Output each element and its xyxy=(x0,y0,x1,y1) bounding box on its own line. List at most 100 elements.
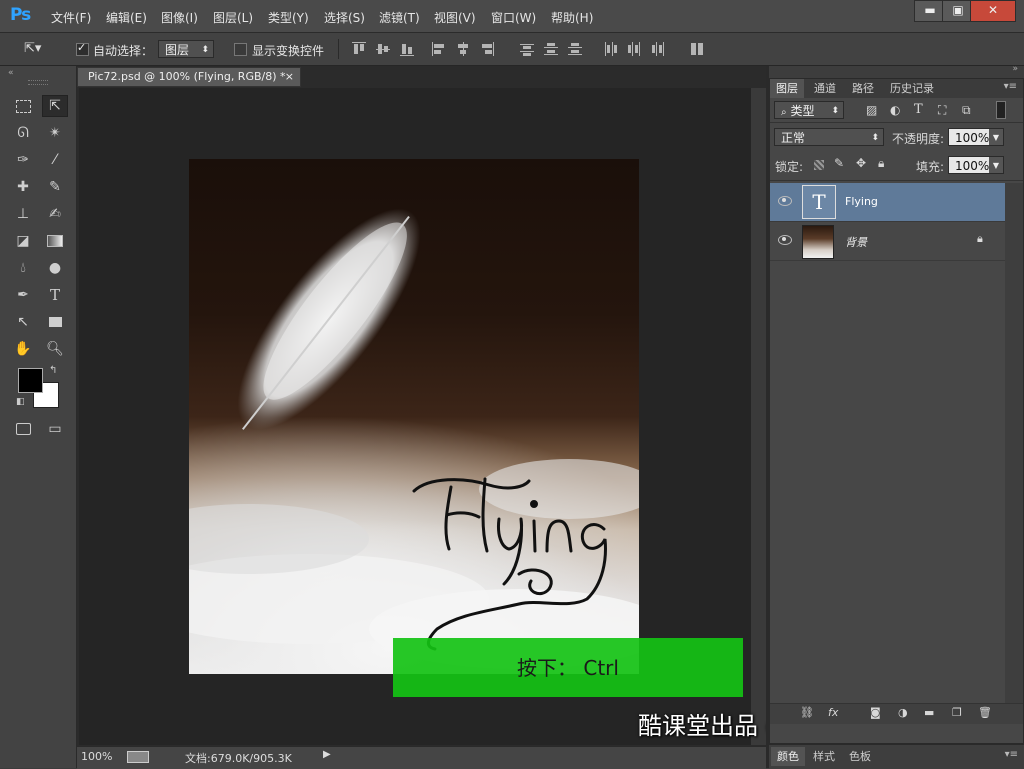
zoom-tool-icon[interactable]: 🔍︎ xyxy=(42,338,68,360)
fill-input[interactable]: 100% ▼ xyxy=(948,156,1004,174)
filter-shape-icon[interactable]: ⛶ xyxy=(938,103,946,118)
opacity-input[interactable]: 100% ▼ xyxy=(948,128,1004,146)
blur-tool-icon[interactable]: 💧︎ xyxy=(10,257,36,279)
align-hcenter-icon[interactable] xyxy=(456,42,470,56)
rectangle-tool-icon[interactable] xyxy=(42,311,68,333)
lock-pixels-icon[interactable]: ✎ xyxy=(834,156,844,170)
menu-edit[interactable]: 编辑(E) xyxy=(106,9,147,26)
layer-name[interactable]: Flying xyxy=(845,195,878,208)
menu-filter[interactable]: 滤镜(T) xyxy=(379,9,420,26)
chevron-down-icon[interactable]: ▼ xyxy=(989,157,1003,173)
lock-transparency-icon[interactable] xyxy=(814,160,824,170)
gradient-tool-icon[interactable] xyxy=(42,230,68,252)
clone-stamp-tool-icon[interactable]: ⊥ xyxy=(10,203,36,225)
menu-type[interactable]: 类型(Y) xyxy=(268,9,309,26)
close-window-button[interactable]: ✕ xyxy=(970,0,1016,22)
menu-layer[interactable]: 图层(L) xyxy=(213,9,253,26)
menu-window[interactable]: 窗口(W) xyxy=(491,9,536,26)
tab-swatches[interactable]: 色板 xyxy=(843,747,877,766)
visibility-eye-icon[interactable] xyxy=(778,235,792,245)
default-colors-icon[interactable]: ◧ xyxy=(16,397,25,407)
healing-brush-tool-icon[interactable]: ✚ xyxy=(10,176,36,198)
document-tab[interactable]: Pic72.psd @ 100% (Flying, RGB/8) * × xyxy=(77,67,301,87)
zoom-level[interactable]: 100% xyxy=(81,750,112,763)
auto-align-icon[interactable] xyxy=(690,42,704,56)
path-selection-tool-icon[interactable]: ↖ xyxy=(10,311,36,333)
tab-styles[interactable]: 样式 xyxy=(807,747,841,766)
lock-position-icon[interactable]: ✥ xyxy=(856,156,866,170)
vertical-scrollbar[interactable] xyxy=(751,88,766,745)
brush-tool-icon[interactable]: ✎ xyxy=(42,176,68,198)
align-right-icon[interactable] xyxy=(480,42,494,56)
distribute-hcenter-icon[interactable] xyxy=(627,42,641,56)
tab-paths[interactable]: 路径 xyxy=(846,79,880,98)
adjustment-layer-icon[interactable]: ◑ xyxy=(898,706,908,719)
tab-history[interactable]: 历史记录 xyxy=(884,79,940,98)
align-bottom-icon[interactable] xyxy=(400,42,414,56)
panel-menu-icon[interactable]: ▾≡ xyxy=(1005,749,1018,760)
distribute-right-icon[interactable] xyxy=(651,42,665,56)
filter-toggle-switch[interactable] xyxy=(996,101,1006,119)
align-left-icon[interactable] xyxy=(432,42,446,56)
status-menu-arrow-icon[interactable]: ▶ xyxy=(323,749,331,760)
tab-channels[interactable]: 通道 xyxy=(808,79,842,98)
collapse-toolbox-icon[interactable]: « xyxy=(8,68,14,78)
magic-wand-tool-icon[interactable]: ✴ xyxy=(42,122,68,144)
auto-select-target-dropdown[interactable]: 图层 ⬍ xyxy=(158,40,214,58)
auto-select-checkbox[interactable]: ✓ xyxy=(76,41,89,56)
layer-style-icon[interactable]: fx xyxy=(828,706,838,719)
foreground-color-swatch[interactable] xyxy=(18,368,43,393)
move-tool-preset-icon[interactable]: ⇱▾ xyxy=(24,41,41,56)
proof-icon[interactable] xyxy=(127,751,149,763)
layer-filter-dropdown[interactable]: ⌕ 类型 ⬍ xyxy=(774,101,844,119)
filter-type-icon[interactable]: T xyxy=(914,102,923,117)
visibility-eye-icon[interactable] xyxy=(778,196,792,206)
dodge-tool-icon[interactable]: ● xyxy=(42,257,68,279)
layer-row-background[interactable]: 背景 🔒︎ xyxy=(770,222,1005,261)
quick-mask-icon[interactable] xyxy=(10,418,36,440)
toolbox-grip[interactable] xyxy=(28,80,48,85)
align-top-icon[interactable] xyxy=(352,42,366,56)
document-canvas[interactable] xyxy=(189,159,639,674)
blend-mode-dropdown[interactable]: 正常 ⬍ xyxy=(774,128,884,146)
move-tool-icon[interactable]: ⇱ xyxy=(42,95,68,117)
menu-view[interactable]: 视图(V) xyxy=(434,9,476,26)
menu-file[interactable]: 文件(F) xyxy=(51,9,91,26)
filter-smart-object-icon[interactable]: ⧉ xyxy=(962,103,971,118)
chevron-down-icon[interactable]: ▼ xyxy=(989,129,1003,145)
link-layers-icon[interactable]: ⛓ xyxy=(800,706,814,719)
layers-scrollbar[interactable] xyxy=(1005,183,1023,703)
crop-tool-icon[interactable]: ✑ xyxy=(10,149,36,171)
menu-help[interactable]: 帮助(H) xyxy=(551,9,593,26)
align-vcenter-icon[interactable] xyxy=(376,42,390,56)
show-transform-checkbox[interactable] xyxy=(234,43,247,56)
hand-tool-icon[interactable]: ✋ xyxy=(10,338,36,360)
collapse-panels-icon[interactable]: » xyxy=(1012,64,1018,74)
layer-name[interactable]: 背景 xyxy=(845,234,867,250)
marquee-tool-icon[interactable] xyxy=(10,95,36,117)
filter-adjustment-icon[interactable]: ◐ xyxy=(890,103,900,117)
screen-mode-icon[interactable]: ▭ xyxy=(42,418,68,440)
distribute-left-icon[interactable] xyxy=(603,42,617,56)
type-tool-icon[interactable]: T xyxy=(42,284,68,306)
new-group-icon[interactable]: ▬ xyxy=(924,706,934,719)
swap-colors-icon[interactable]: ↰ xyxy=(49,365,57,376)
eraser-tool-icon[interactable]: ◪ xyxy=(10,230,36,252)
eyedropper-tool-icon[interactable]: ⁄ xyxy=(42,149,68,171)
close-tab-icon[interactable]: × xyxy=(285,68,294,86)
tab-layers[interactable]: 图层 xyxy=(770,79,804,98)
add-mask-icon[interactable]: ◙ xyxy=(870,706,881,719)
lasso-tool-icon[interactable]: ᘏ xyxy=(10,122,36,144)
menu-image[interactable]: 图像(I) xyxy=(161,9,198,26)
pen-tool-icon[interactable]: ✒ xyxy=(10,284,36,306)
distribute-top-icon[interactable] xyxy=(520,42,534,56)
layer-row-flying[interactable]: T Flying xyxy=(770,183,1005,222)
history-brush-tool-icon[interactable]: ✍ xyxy=(42,203,68,225)
panel-menu-icon[interactable]: ▾≡ xyxy=(1004,81,1017,92)
menu-select[interactable]: 选择(S) xyxy=(324,9,365,26)
delete-layer-icon[interactable]: 🗑︎ xyxy=(978,706,992,719)
new-layer-icon[interactable]: ❐ xyxy=(952,706,962,719)
filter-pixel-icon[interactable]: ▨ xyxy=(866,103,877,117)
tab-color[interactable]: 颜色 xyxy=(771,747,805,766)
lock-all-icon[interactable]: 🔒︎ xyxy=(878,156,884,171)
